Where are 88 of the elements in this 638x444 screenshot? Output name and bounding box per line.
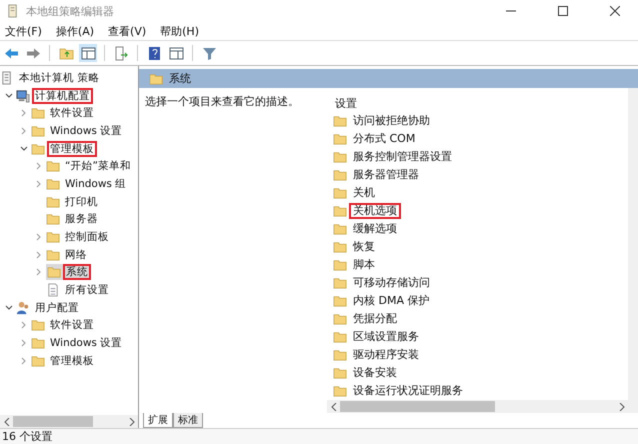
folder-icon <box>46 159 60 174</box>
folder-icon <box>31 124 45 138</box>
folder-icon <box>31 106 45 120</box>
folder-icon <box>333 294 347 308</box>
settings-list-icon <box>46 283 60 298</box>
folder-icon <box>333 168 347 182</box>
setting-item[interactable]: 关机 <box>349 185 379 201</box>
view-tab[interactable]: 标准 <box>173 413 203 428</box>
setting-item[interactable]: 内核 DMA 保护 <box>349 293 434 309</box>
tree-item-label[interactable]: 软件设置 <box>47 317 97 334</box>
status-text: 16 个设置 <box>2 429 52 444</box>
selected-tree-item[interactable]: 系统 <box>46 264 91 280</box>
setting-item[interactable]: 访问被拒绝协助 <box>349 113 434 129</box>
scroll-right-icon[interactable] <box>128 418 134 426</box>
folder-icon <box>333 384 347 398</box>
header-title: 系统 <box>169 71 191 86</box>
folder-icon <box>333 240 347 254</box>
folder-icon <box>46 230 60 244</box>
description-text: 选择一个项目来查看它的描述。 <box>145 95 299 108</box>
setting-item[interactable]: 脚本 <box>349 257 379 273</box>
menu-item[interactable]: 查看(V) <box>108 22 146 40</box>
folder-icon <box>333 348 347 362</box>
folder-icon <box>46 212 60 226</box>
folder-icon <box>333 330 347 344</box>
scroll-left-icon[interactable] <box>330 402 336 410</box>
tree-item-label[interactable]: 管理模板 <box>47 352 97 369</box>
folder-icon <box>333 132 347 146</box>
window-title: 本地组策略编辑器 <box>26 4 115 18</box>
view-tab[interactable]: 扩展 <box>143 413 173 428</box>
tree-item-label[interactable]: Windows 组 <box>62 176 130 192</box>
vertical-scrollbar[interactable] <box>628 88 638 413</box>
tree-item-label[interactable]: 本地计算机 策略 <box>16 70 102 86</box>
tree-toggle-button[interactable] <box>79 44 97 62</box>
folder-icon <box>47 265 61 280</box>
setting-item[interactable]: 可移动存储访问 <box>349 275 434 291</box>
folder-icon <box>333 366 347 380</box>
tree-item-label[interactable]: 软件设置 <box>47 105 97 122</box>
folder-icon <box>149 72 163 86</box>
close-icon[interactable] <box>610 6 620 16</box>
folder-icon <box>46 194 60 209</box>
menu-item[interactable]: 操作(A) <box>56 22 94 40</box>
tree-item-label[interactable]: 计算机配置 <box>32 88 93 104</box>
folder-icon <box>333 276 347 290</box>
setting-item[interactable]: 服务控制管理器设置 <box>349 149 456 165</box>
setting-item[interactable]: 服务器管理器 <box>349 167 423 183</box>
tree-item-label[interactable]: 用户配置 <box>32 300 82 316</box>
tree-item-label[interactable]: Windows 设置 <box>47 122 126 139</box>
user-icon <box>16 300 30 315</box>
tree-item-label[interactable]: 控制面板 <box>62 229 112 246</box>
tree-item-label[interactable]: 所有设置 <box>62 282 112 298</box>
folder-icon <box>333 258 347 272</box>
setting-item[interactable]: 缓解选项 <box>349 221 401 237</box>
setting-item[interactable]: 设备运行状况证明服务 <box>349 383 467 399</box>
folder-icon <box>333 114 347 128</box>
setting-item[interactable]: 驱动程序安装 <box>349 347 423 363</box>
setting-item[interactable]: 恢复 <box>349 239 379 255</box>
folder-icon <box>31 318 45 332</box>
column-header[interactable]: 设置 <box>335 96 357 110</box>
scroll-right-icon[interactable] <box>618 402 624 410</box>
folder-icon <box>333 186 347 200</box>
folder-icon <box>31 336 45 350</box>
tree-item-label[interactable]: 服务器 <box>62 211 101 228</box>
setting-item[interactable]: 分布式 COM <box>349 131 420 147</box>
folder-icon <box>46 176 60 191</box>
tree-item-label[interactable]: 系统 <box>63 264 91 280</box>
folder-icon <box>333 204 347 218</box>
folder-icon <box>333 312 347 326</box>
folder-icon <box>46 248 60 262</box>
setting-item[interactable]: 凭据分配 <box>349 311 401 327</box>
menu-item[interactable]: 文件(F) <box>5 22 42 40</box>
tree-item-label[interactable]: 网络 <box>62 246 90 263</box>
tree-item-label[interactable]: 打印机 <box>62 194 101 210</box>
menu-item[interactable]: 帮助(H) <box>160 22 199 40</box>
folder-icon <box>333 222 347 236</box>
folder-icon <box>31 142 45 156</box>
setting-item[interactable]: 区域设置服务 <box>349 329 423 345</box>
tree-item-label[interactable]: “开始”菜单和 <box>62 158 134 174</box>
setting-item[interactable]: 设备安装 <box>349 365 401 381</box>
tree-item-label[interactable]: 管理模板 <box>47 140 97 157</box>
folder-icon <box>333 150 347 164</box>
setting-item[interactable]: 关机选项 <box>349 203 401 219</box>
computer-icon <box>16 88 30 103</box>
horizontal-scrollbar[interactable] <box>327 400 628 413</box>
horizontal-scrollbar[interactable] <box>0 415 138 428</box>
tree-item-label[interactable]: Windows 设置 <box>47 335 126 352</box>
maximize-icon[interactable] <box>558 6 568 16</box>
scroll-left-icon[interactable] <box>4 418 10 426</box>
folder-icon <box>31 354 45 368</box>
